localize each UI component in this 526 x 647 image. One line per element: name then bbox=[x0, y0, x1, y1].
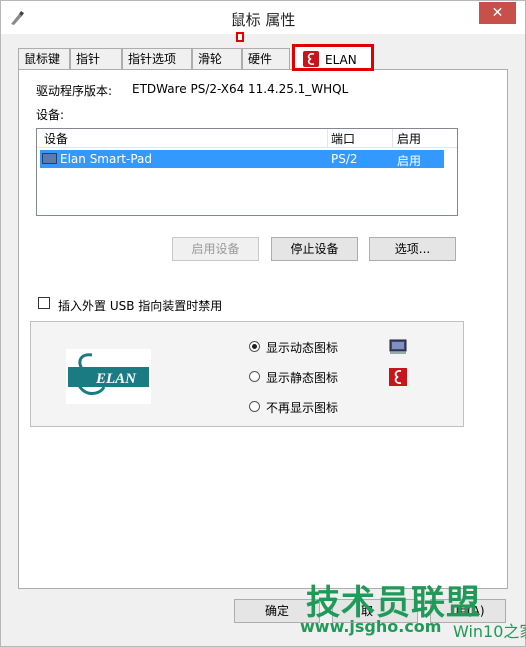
column-header-port[interactable]: 端口 bbox=[331, 130, 355, 147]
radio-no-icon-label: 不再显示图标 bbox=[266, 401, 339, 415]
title-bar: 鼠标 属性 ✕ bbox=[1, 1, 525, 34]
column-header-device[interactable]: 设备 bbox=[44, 130, 68, 147]
options-button[interactable]: 选项... bbox=[369, 237, 456, 261]
touchpad-icon bbox=[42, 153, 57, 164]
close-button[interactable]: ✕ bbox=[479, 2, 516, 24]
device-row[interactable]: Elan Smart-Pad PS/2 启用 bbox=[40, 150, 444, 168]
list-header: 设备 端口 启用 bbox=[37, 129, 457, 148]
annotation-marker bbox=[236, 32, 244, 42]
watermark-url: www.jsgho.com bbox=[300, 617, 442, 636]
tab-elan[interactable]: ELAN bbox=[292, 44, 374, 71]
column-divider bbox=[392, 129, 393, 147]
tab-buttons[interactable]: 鼠标键 bbox=[18, 48, 70, 69]
watermark: 技术员联盟 www.jsgho.com Win10之家 bbox=[300, 575, 526, 647]
tab-label: 滑轮 bbox=[198, 52, 223, 66]
watermark-suffix: Win10之家 bbox=[453, 622, 526, 641]
tab-wheel[interactable]: 滑轮 bbox=[192, 48, 242, 69]
devices-label: 设备: bbox=[36, 108, 65, 122]
tab-label: 指针选项 bbox=[128, 52, 177, 66]
radio-static-label: 显示静态图标 bbox=[266, 371, 339, 385]
window-title: 鼠标 属性 bbox=[230, 11, 296, 29]
enable-device-button[interactable]: 启用设备 bbox=[172, 237, 259, 261]
driver-version-value: ETDWare PS/2-X64 11.4.25.1_WHQL bbox=[132, 82, 349, 96]
tab-pointer-options[interactable]: 指针选项 bbox=[122, 48, 192, 69]
elan-logo: ELAN bbox=[66, 349, 151, 404]
radio-static-icon[interactable] bbox=[249, 371, 260, 382]
tab-label: 鼠标键 bbox=[24, 52, 61, 66]
tab-label: 硬件 bbox=[248, 52, 273, 66]
stop-device-button[interactable]: 停止设备 bbox=[271, 237, 358, 261]
radio-dynamic-icon[interactable] bbox=[249, 341, 260, 352]
logo-text: ELAN bbox=[95, 371, 137, 387]
radio-no-icon[interactable] bbox=[249, 401, 260, 412]
column-divider bbox=[327, 129, 328, 147]
tab-label: ELAN bbox=[325, 53, 357, 67]
device-enabled: 启用 bbox=[397, 154, 422, 168]
usb-disable-label: 插入外置 USB 指向装置时禁用 bbox=[58, 299, 223, 313]
tab-pointers[interactable]: 指针 bbox=[70, 48, 122, 69]
device-port: PS/2 bbox=[331, 152, 358, 166]
static-tray-icon bbox=[389, 368, 407, 386]
radio-dynamic-label: 显示动态图标 bbox=[266, 341, 339, 355]
device-name: Elan Smart-Pad bbox=[60, 152, 152, 166]
tab-hardware[interactable]: 硬件 bbox=[242, 48, 290, 69]
dynamic-tray-icon bbox=[389, 339, 407, 354]
tab-label: 指针 bbox=[76, 52, 101, 66]
usb-disable-checkbox[interactable] bbox=[38, 297, 50, 309]
device-list[interactable]: 设备 端口 启用 Elan Smart-Pad PS/2 启用 bbox=[36, 128, 458, 216]
column-header-enabled[interactable]: 启用 bbox=[397, 130, 421, 147]
driver-version-label: 驱动程序版本: bbox=[36, 84, 113, 98]
elan-icon bbox=[303, 51, 319, 67]
